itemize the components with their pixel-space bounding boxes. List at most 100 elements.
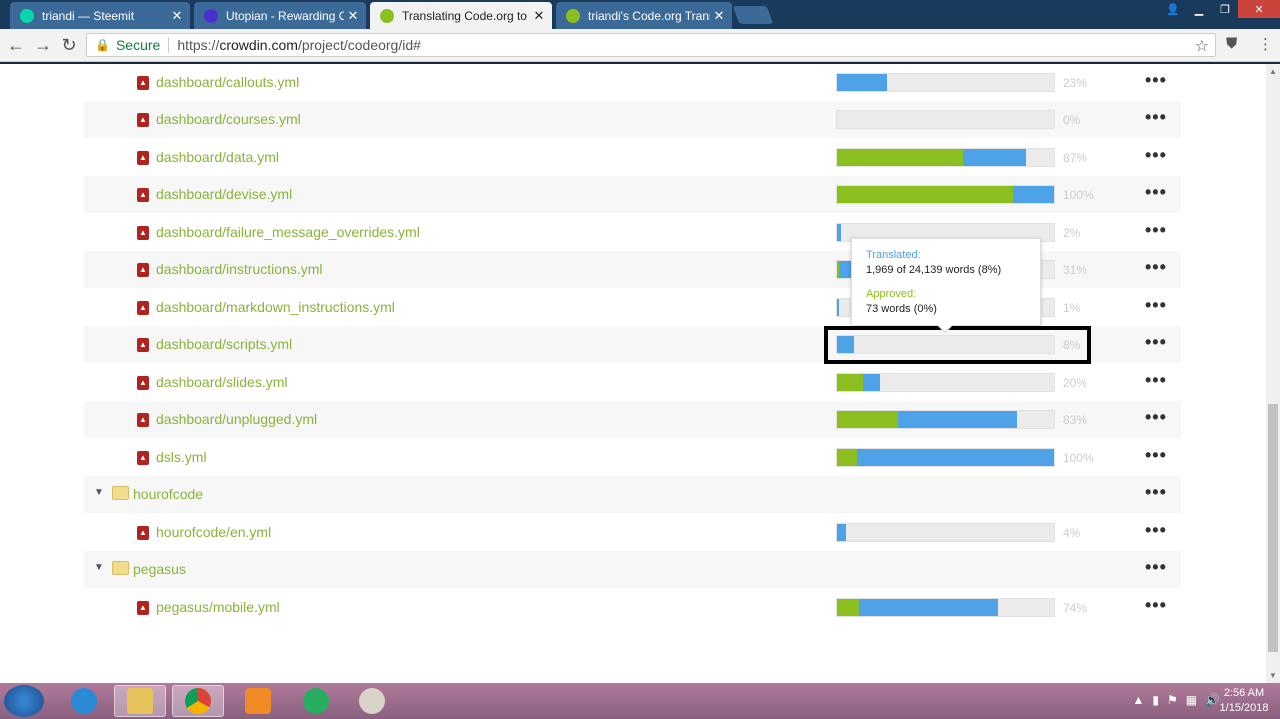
translated-fill — [1012, 186, 1054, 203]
close-tab-icon[interactable]: ✕ — [168, 8, 186, 24]
file-link[interactable]: dashboard/failure_message_overrides.yml — [156, 224, 420, 240]
window-controls: 👤 ▁ ❐ ✕ — [1160, 0, 1280, 20]
folder-row[interactable]: ▼ pegasus ••• — [84, 551, 1181, 588]
new-tab-button[interactable] — [732, 6, 774, 24]
close-window-button[interactable]: ✕ — [1238, 0, 1280, 18]
file-row[interactable]: ▲ dashboard/slides.yml 20% ••• — [84, 364, 1181, 401]
start-button[interactable] — [4, 685, 44, 717]
more-options-icon[interactable]: ••• — [1145, 295, 1167, 316]
clock[interactable]: 2:56 AM 1/15/2018 — [1214, 686, 1274, 716]
scroll-up-icon[interactable]: ▲ — [1269, 67, 1277, 76]
folder-link[interactable]: pegasus — [133, 561, 186, 577]
file-link[interactable]: hourofcode/en.yml — [156, 524, 271, 540]
more-options-icon[interactable]: ••• — [1145, 595, 1167, 616]
file-row[interactable]: ▲ dashboard/devise.yml 100% ••• — [84, 176, 1181, 213]
progress-bar[interactable] — [836, 73, 1055, 92]
more-options-icon[interactable]: ••• — [1145, 557, 1167, 578]
bookmark-star-icon[interactable]: ☆ — [1195, 36, 1209, 56]
show-hidden-icons-icon[interactable]: ▲ — [1132, 693, 1144, 707]
progress-percent: 74% — [1063, 601, 1088, 615]
address-bar[interactable]: 🔒 Secure https://crowdin.com/project/cod… — [86, 33, 1216, 57]
folder-row[interactable]: ▼ hourofcode ••• — [84, 476, 1181, 513]
network-icon[interactable]: ▦ — [1186, 693, 1197, 707]
file-link[interactable]: dashboard/slides.yml — [156, 374, 288, 390]
file-link[interactable]: dashboard/scripts.yml — [156, 336, 292, 352]
folder-link[interactable]: hourofcode — [133, 486, 203, 502]
progress-bar[interactable] — [836, 448, 1055, 467]
close-tab-icon[interactable]: ✕ — [530, 8, 548, 24]
tab-utopian[interactable]: Utopian - Rewarding Op ✕ — [194, 2, 366, 29]
progress-bar[interactable] — [836, 148, 1055, 167]
file-row[interactable]: ▲ dashboard/data.yml 87% ••• — [84, 139, 1181, 176]
more-options-icon[interactable]: ••• — [1145, 445, 1167, 466]
progress-bar[interactable] — [836, 373, 1055, 392]
file-link[interactable]: dashboard/markdown_instructions.yml — [156, 299, 395, 315]
user-icon[interactable]: 👤 — [1160, 0, 1186, 18]
menu-icon[interactable]: ⋮ — [1258, 35, 1273, 53]
more-options-icon[interactable]: ••• — [1145, 370, 1167, 391]
file-link[interactable]: dashboard/callouts.yml — [156, 74, 299, 90]
tab-triandi-codeorg[interactable]: triandi's Code.org Transl ✕ — [556, 2, 732, 29]
file-link[interactable]: dashboard/data.yml — [156, 149, 279, 165]
file-row[interactable]: ▲ dashboard/courses.yml 0% ••• — [84, 101, 1181, 138]
progress-bar[interactable] — [836, 523, 1055, 542]
translated-fill — [858, 599, 998, 616]
close-tab-icon[interactable]: ✕ — [710, 8, 728, 24]
collapse-triangle-icon[interactable]: ▼ — [94, 487, 104, 498]
more-options-icon[interactable]: ••• — [1145, 145, 1167, 166]
file-link[interactable]: dashboard/unplugged.yml — [156, 411, 317, 427]
yml-file-icon: ▲ — [137, 76, 149, 90]
vertical-scrollbar[interactable]: ▲ ▼ — [1266, 64, 1280, 683]
file-row[interactable]: ▲ dashboard/callouts.yml 23% ••• — [84, 64, 1181, 101]
extension-shield-icon[interactable]: ⛊ — [1226, 35, 1237, 52]
more-options-icon[interactable]: ••• — [1145, 220, 1167, 241]
progress-bar[interactable] — [836, 598, 1055, 617]
more-options-icon[interactable]: ••• — [1145, 182, 1167, 203]
close-tab-icon[interactable]: ✕ — [344, 8, 362, 24]
more-options-icon[interactable]: ••• — [1145, 332, 1167, 353]
progress-bar[interactable] — [836, 410, 1055, 429]
minimize-button[interactable]: ▁ — [1186, 0, 1212, 18]
chrome-icon[interactable] — [172, 685, 224, 717]
forward-button[interactable]: → — [32, 34, 54, 56]
folder-icon — [112, 486, 129, 500]
scroll-thumb[interactable] — [1268, 404, 1278, 652]
collapse-triangle-icon[interactable]: ▼ — [94, 562, 104, 573]
file-link[interactable]: dsls.yml — [156, 449, 207, 465]
signal-icon[interactable]: ▮ — [1152, 693, 1159, 707]
translated-fill — [897, 411, 1018, 428]
progress-bar[interactable] — [836, 110, 1055, 129]
yml-file-icon: ▲ — [137, 301, 149, 315]
more-options-icon[interactable]: ••• — [1145, 407, 1167, 428]
file-row[interactable]: ▲ hourofcode/en.yml 4% ••• — [84, 514, 1181, 551]
more-options-icon[interactable]: ••• — [1145, 257, 1167, 278]
scroll-down-icon[interactable]: ▼ — [1269, 671, 1277, 680]
file-link[interactable]: dashboard/courses.yml — [156, 111, 301, 127]
approved-fill — [837, 599, 859, 616]
reload-button[interactable]: ↻ — [58, 34, 80, 56]
restore-button[interactable]: ❐ — [1212, 0, 1238, 18]
translated-fill — [837, 74, 887, 91]
back-button[interactable]: ← — [5, 34, 27, 56]
security-app-icon[interactable] — [290, 685, 342, 717]
file-explorer-icon[interactable] — [114, 685, 166, 717]
file-link[interactable]: pegasus/mobile.yml — [156, 599, 280, 615]
tab-translating-codeorg[interactable]: Translating Code.org to I ✕ — [370, 2, 552, 29]
file-link[interactable]: dashboard/devise.yml — [156, 186, 292, 202]
progress-bar[interactable] — [836, 185, 1055, 204]
more-options-icon[interactable]: ••• — [1145, 520, 1167, 541]
tab-steemit[interactable]: triandi — Steemit ✕ — [10, 2, 190, 29]
file-row[interactable]: ▲ dashboard/unplugged.yml 83% ••• — [84, 401, 1181, 438]
internet-explorer-icon[interactable] — [58, 685, 110, 717]
more-options-icon[interactable]: ••• — [1145, 107, 1167, 128]
progress-percent: 2% — [1063, 226, 1081, 240]
vlc-icon[interactable] — [232, 685, 284, 717]
more-options-icon[interactable]: ••• — [1145, 70, 1167, 91]
action-center-icon[interactable]: ⚑ — [1167, 693, 1178, 707]
paint-icon[interactable] — [346, 685, 398, 717]
more-options-icon[interactable]: ••• — [1145, 482, 1167, 503]
url-host: crowdin.com — [219, 37, 298, 53]
file-row[interactable]: ▲ pegasus/mobile.yml 74% ••• — [84, 589, 1181, 626]
file-row[interactable]: ▲ dsls.yml 100% ••• — [84, 439, 1181, 476]
file-link[interactable]: dashboard/instructions.yml — [156, 261, 323, 277]
